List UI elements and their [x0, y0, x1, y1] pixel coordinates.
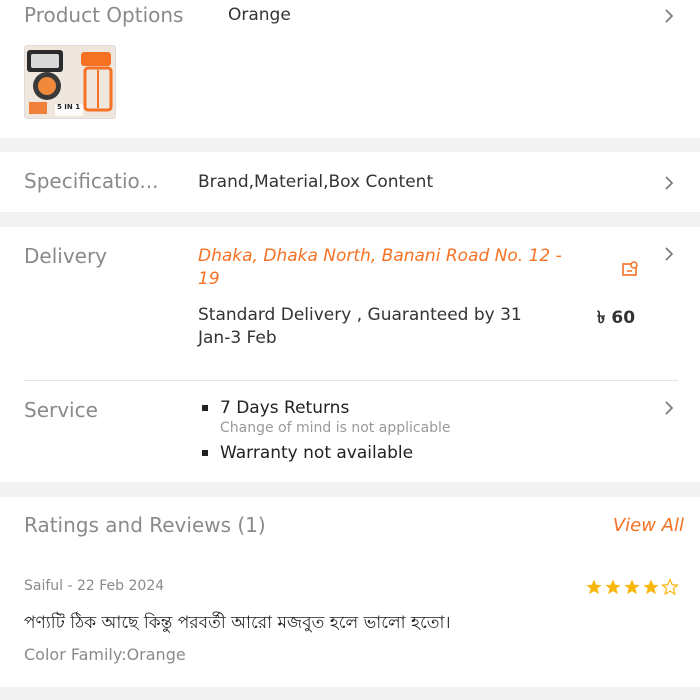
delivery-address-line1[interactable]: Dhaka, Dhaka North, Banani Road No. 12 - [198, 246, 562, 266]
delivery-service-section: Delivery Dhaka, Dhaka North, Banani Road… [0, 227, 700, 482]
service-returns-subtitle: Change of mind is not applicable [220, 420, 451, 436]
service-label: Service [24, 398, 98, 422]
star-filled-icon [643, 579, 659, 595]
delivery-label: Delivery [24, 244, 108, 268]
service-warranty-title: Warranty not available [220, 443, 414, 463]
chevron-right-icon[interactable] [660, 245, 678, 263]
review-variant: Color Family:Orange [24, 645, 186, 664]
specifications-value: Brand,Material,Box Content [198, 172, 434, 192]
product-options-section[interactable]: Product Options Orange 5 IN 1 [0, 0, 700, 138]
bullet-icon [202, 405, 208, 411]
product-options-label: Product Options [24, 3, 184, 27]
specifications-label: Specificatio... [24, 169, 159, 193]
ratings-title: Ratings and Reviews (1) [24, 513, 266, 537]
review-author-date: Saiful - 22 Feb 2024 [24, 578, 165, 594]
product-thumbnail[interactable]: 5 IN 1 [24, 45, 116, 119]
bullet-icon [202, 450, 208, 456]
review-stars [584, 578, 679, 596]
chevron-right-icon[interactable] [660, 399, 678, 417]
delivery-option-line2: Jan-3 Feb [198, 328, 277, 348]
thumbnail-caption: 5 IN 1 [57, 103, 81, 111]
star-filled-icon [605, 579, 621, 595]
chevron-right-icon[interactable] [660, 174, 678, 192]
section-divider [24, 380, 678, 381]
product-options-value: Orange [228, 5, 291, 25]
delivery-option-line1: Standard Delivery , Guaranteed by 31 [198, 305, 522, 325]
edit-location-icon[interactable] [621, 260, 641, 278]
star-filled-icon [586, 579, 602, 595]
delivery-address-line2[interactable]: 19 [198, 269, 220, 289]
service-item-returns: 7 Days Returns [202, 398, 349, 418]
specifications-section[interactable]: Specificatio... Brand,Material,Box Conte… [0, 152, 700, 212]
chevron-right-icon[interactable] [660, 7, 678, 25]
service-returns-title: 7 Days Returns [220, 398, 350, 418]
star-filled-icon [624, 579, 640, 595]
star-empty-icon [661, 578, 679, 596]
service-item-warranty: Warranty not available [202, 443, 413, 463]
delivery-price: ৳ 60 [597, 308, 636, 328]
review-text: পণ্যটি ঠিক আছে কিন্তু পরবর্তী আরো মজবুত … [24, 613, 451, 633]
view-all-link[interactable]: View All [613, 515, 684, 536]
ratings-reviews-section: Ratings and Reviews (1) View All Saiful … [0, 497, 700, 687]
